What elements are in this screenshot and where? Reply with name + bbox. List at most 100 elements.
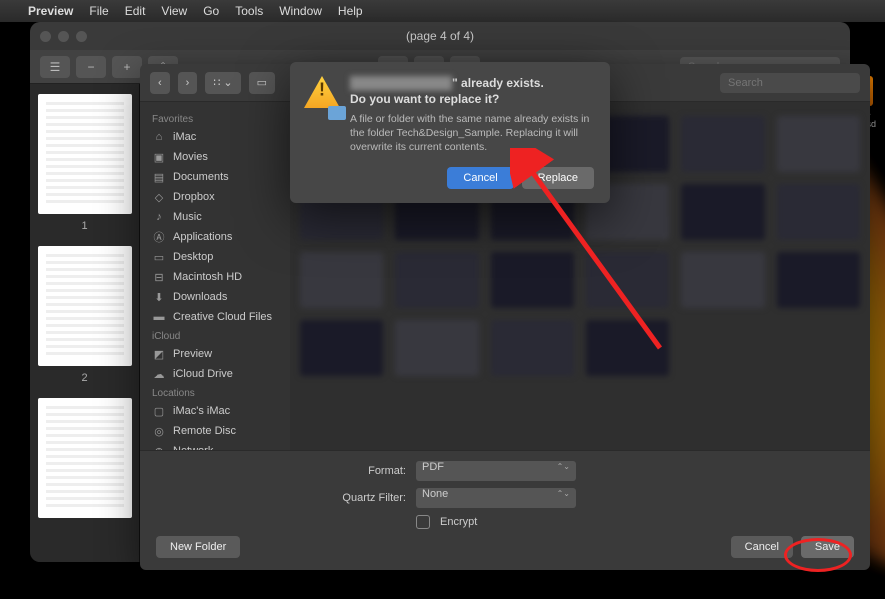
file-item[interactable] xyxy=(300,320,383,376)
menu-file[interactable]: File xyxy=(89,4,108,18)
path-button[interactable]: ▭ xyxy=(249,72,275,94)
close-window-button[interactable] xyxy=(40,31,51,42)
sidebar-item-imac[interactable]: ⌂iMac xyxy=(140,127,290,147)
file-item[interactable] xyxy=(395,320,478,376)
format-label: Format: xyxy=(156,465,406,477)
computer-icon: ▢ xyxy=(152,404,166,418)
movies-icon: ▣ xyxy=(152,150,166,164)
sidebar-item-label: Movies xyxy=(173,151,208,163)
page-thumbnail[interactable] xyxy=(38,398,132,518)
sidebar-item-label: iCloud Drive xyxy=(173,368,233,380)
minimize-window-button[interactable] xyxy=(58,31,69,42)
file-item[interactable] xyxy=(777,252,860,308)
sidebar-item-documents[interactable]: ▤ Documents xyxy=(140,167,290,187)
preview-icon: ◩ xyxy=(152,347,166,361)
encrypt-label: Encrypt xyxy=(440,516,477,528)
sidebar-heading-favorites: Favorites xyxy=(140,110,290,127)
sidebar-item-label: Documents xyxy=(173,171,229,183)
file-item[interactable] xyxy=(777,184,860,240)
app-name-menu[interactable]: Preview xyxy=(28,4,73,18)
sidebar-heading-locations: Locations xyxy=(140,384,290,401)
menu-edit[interactable]: Edit xyxy=(125,4,146,18)
finder-sidebar: Favorites ⌂iMac ▣ Movies ▤ Documents ◇ Drop… xyxy=(140,102,290,450)
sidebar-item-preview[interactable]: ◩ Preview xyxy=(140,344,290,364)
file-item[interactable] xyxy=(586,252,669,308)
sidebar-heading-icloud: iCloud xyxy=(140,327,290,344)
cloud-icon: ☁ xyxy=(152,367,166,381)
sidebar-item-label: Downloads xyxy=(173,291,227,303)
sidebar-item-desktop[interactable]: ▭ Desktop xyxy=(140,247,290,267)
dialog-description: A file or folder with the same name alre… xyxy=(350,112,594,155)
sidebar-item-creative-cloud[interactable]: ▬ Creative Cloud Files xyxy=(140,307,290,327)
sidebar-item-label: Preview xyxy=(173,348,212,360)
window-title: (page 4 of 4) xyxy=(406,29,474,43)
downloads-icon: ⬇ xyxy=(152,290,166,304)
dialog-cancel-button[interactable]: Cancel xyxy=(447,167,513,189)
sidebar-toggle-button[interactable]: ☰ xyxy=(40,56,70,78)
disc-icon: ◎ xyxy=(152,424,166,438)
file-item[interactable] xyxy=(681,184,764,240)
dialog-question: Do you want to replace it? xyxy=(350,92,594,106)
page-thumbnail[interactable] xyxy=(38,94,132,214)
sidebar-item-label: Applications xyxy=(173,231,232,243)
quartz-value: None xyxy=(422,488,448,500)
menu-window[interactable]: Window xyxy=(279,4,322,18)
page-thumbnail[interactable] xyxy=(38,246,132,366)
menu-view[interactable]: View xyxy=(161,4,187,18)
encrypt-checkbox[interactable] xyxy=(416,515,430,529)
back-button[interactable]: ‹ xyxy=(150,72,170,94)
home-icon: ⌂ xyxy=(152,130,166,144)
sidebar-item-label: Creative Cloud Files xyxy=(173,311,272,323)
format-select[interactable]: PDF xyxy=(416,461,576,481)
folder-icon: ▬ xyxy=(152,310,166,324)
sidebar-item-label: Music xyxy=(173,211,202,223)
sidebar-item-label: Desktop xyxy=(173,251,213,263)
sidebar-item-network[interactable]: ⊕Network xyxy=(140,441,290,450)
sidebar-item-applications[interactable]: Ⓐ Applications xyxy=(140,227,290,247)
file-item[interactable] xyxy=(395,252,478,308)
dialog-headline: ████████████" already exists. xyxy=(350,76,594,90)
file-item[interactable] xyxy=(681,116,764,172)
file-item[interactable] xyxy=(586,320,669,376)
quartz-filter-select[interactable]: None xyxy=(416,488,576,508)
thumbnail-label: 1 xyxy=(38,220,131,232)
sidebar-item-label: Dropbox xyxy=(173,191,215,203)
file-item[interactable] xyxy=(681,252,764,308)
sidebar-item-music[interactable]: ♪Music xyxy=(140,207,290,227)
dialog-replace-button[interactable]: Replace xyxy=(522,167,594,189)
sidebar-item-imacs-imac[interactable]: ▢iMac's iMac xyxy=(140,401,290,421)
sidebar-item-label: Macintosh HD xyxy=(173,271,242,283)
menu-go[interactable]: Go xyxy=(203,4,219,18)
forward-button[interactable]: › xyxy=(178,72,198,94)
cancel-button[interactable]: Cancel xyxy=(731,536,793,558)
file-item[interactable] xyxy=(491,320,574,376)
thumbnail-label: 2 xyxy=(38,372,131,384)
desktop-icon: ▭ xyxy=(152,250,166,264)
sheet-search-input[interactable] xyxy=(720,73,860,93)
sidebar-item-downloads[interactable]: ⬇ Downloads xyxy=(140,287,290,307)
sidebar-item-movies[interactable]: ▣ Movies xyxy=(140,147,290,167)
applications-icon: Ⓐ xyxy=(152,230,166,244)
documents-icon: ▤ xyxy=(152,170,166,184)
zoom-out-button[interactable]: − xyxy=(76,56,106,78)
menubar: Preview File Edit View Go Tools Window H… xyxy=(0,0,885,22)
sheet-footer: Format: PDF Quartz Filter: None Encrypt … xyxy=(140,450,870,570)
save-button[interactable]: Save xyxy=(801,536,854,558)
quartz-filter-label: Quartz Filter: xyxy=(156,492,406,504)
file-item[interactable] xyxy=(300,252,383,308)
warning-icon xyxy=(304,76,344,116)
menu-help[interactable]: Help xyxy=(338,4,363,18)
sidebar-item-icloud-drive[interactable]: ☁ iCloud Drive xyxy=(140,364,290,384)
dropbox-icon: ◇ xyxy=(152,190,166,204)
replace-dialog: ████████████" already exists. Do you wan… xyxy=(290,62,610,203)
new-folder-button[interactable]: New Folder xyxy=(156,536,240,558)
sidebar-item-remote-disc[interactable]: ◎Remote Disc xyxy=(140,421,290,441)
view-mode-button[interactable]: ∷ ⌄ xyxy=(205,72,240,94)
sidebar-item-macintosh-hd[interactable]: ⊟Macintosh HD xyxy=(140,267,290,287)
file-item[interactable] xyxy=(777,116,860,172)
menu-tools[interactable]: Tools xyxy=(235,4,263,18)
file-item[interactable] xyxy=(491,252,574,308)
sidebar-item-dropbox[interactable]: ◇ Dropbox xyxy=(140,187,290,207)
zoom-in-button[interactable]: + xyxy=(112,56,142,78)
zoom-window-button[interactable] xyxy=(76,31,87,42)
